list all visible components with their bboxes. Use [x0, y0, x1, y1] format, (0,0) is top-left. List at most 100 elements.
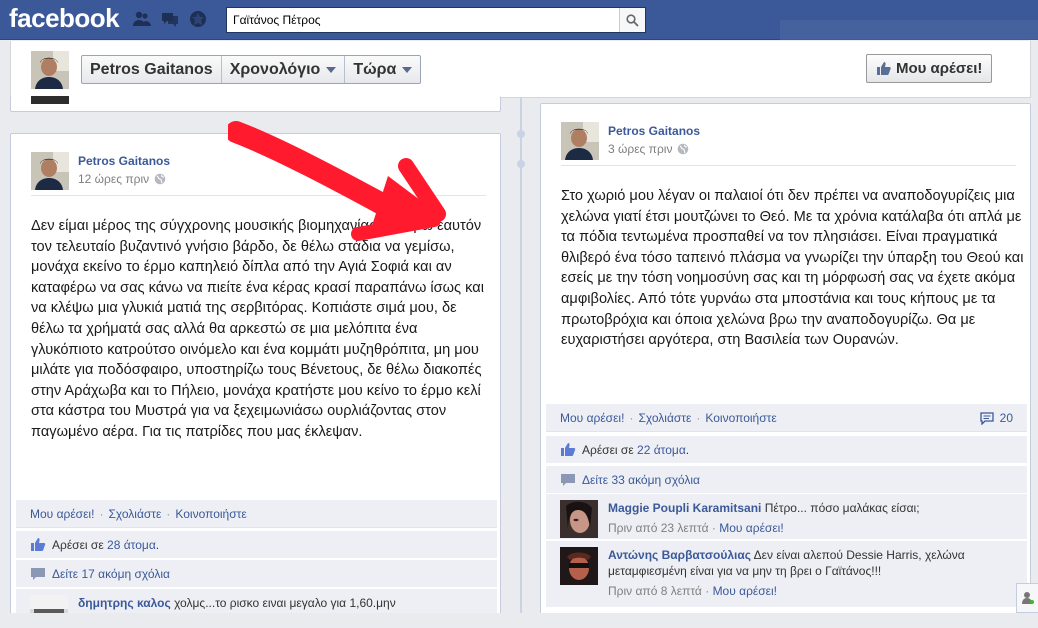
post-meta: 3 ώρες πριν	[608, 142, 689, 156]
chevron-down-icon	[326, 66, 337, 73]
comment-link[interactable]: Σχολιάστε	[638, 411, 691, 425]
jewels	[132, 9, 208, 29]
separator: ·	[696, 410, 701, 425]
search-input[interactable]	[227, 8, 619, 32]
comment-item: Maggie Poupli Karamitsani Πέτρο... πόσο …	[546, 494, 1027, 540]
post-author[interactable]: Petros Gaitanos	[608, 124, 700, 138]
breadcrumb-now[interactable]: Τώρα	[345, 56, 420, 83]
comment-time[interactable]: Πριν από 8 λεπτά	[608, 584, 702, 598]
comment-link[interactable]: Σχολιάστε	[108, 507, 161, 521]
post-time[interactable]: 12 ώρες πριν	[78, 172, 149, 186]
timeline-spine	[520, 98, 522, 628]
more-comments-row[interactable]: Δείτε 17 ακόμη σχόλια	[16, 560, 497, 588]
comment-author[interactable]: δημητρης καλος	[78, 596, 171, 610]
facebook-logo[interactable]: facebook	[9, 3, 120, 34]
chat-tab[interactable]	[1016, 583, 1038, 613]
post-header: Petros Gaitanos 3 ώρες πριν	[561, 122, 1016, 166]
comment-text: Πέτρο... πόσο μαλάκας είσαι;	[764, 501, 920, 515]
separator: ·	[705, 584, 713, 598]
comments-icon	[561, 473, 575, 486]
avatar[interactable]	[560, 500, 598, 538]
post-text: Στο χωριό μου λέγαν οι παλαιοί ότι δεν π…	[561, 188, 1024, 349]
comment-body: δημητρης καλος χολμς...το ρισκο ειναι με…	[78, 595, 482, 611]
messages-icon[interactable]	[160, 9, 180, 29]
avatar[interactable]	[31, 152, 69, 190]
thumbs-up-icon	[31, 537, 46, 551]
avatar	[31, 96, 69, 104]
post-meta: 12 ώρες πριν	[78, 172, 166, 186]
like-page-label: Μου αρέσει!	[896, 60, 983, 77]
post-header: Petros Gaitanos 12 ώρες πριν	[31, 152, 486, 196]
globe-icon[interactable]	[677, 143, 689, 155]
like-page-button[interactable]: Μου αρέσει!	[866, 54, 993, 83]
comment-text: χολμς...το ρισκο ειναι μεγαλο για 1,60.μ…	[174, 596, 396, 610]
comment-meta: Πριν από 23 λεπτά · Μου αρέσει!	[608, 520, 1012, 536]
globe-icon[interactable]	[154, 173, 166, 185]
top-bar: facebook	[0, 0, 1038, 40]
comment-like-link[interactable]: Μου αρέσει!	[713, 584, 777, 598]
post-actions: Μου αρέσει! · Σχολιάστε · Κοινοποιήστε	[16, 500, 497, 528]
post-card-left: Petros Gaitanos 12 ώρες πριν Δεν είμαι μ…	[10, 133, 501, 628]
comments-count-value: 20	[999, 411, 1013, 425]
likes-prefix: Αρέσει σε	[52, 537, 104, 552]
profile-avatar[interactable]	[31, 51, 69, 89]
search-icon	[626, 13, 639, 27]
user-online-icon	[1021, 592, 1034, 604]
breadcrumb-now-label: Τώρα	[353, 61, 397, 78]
post-actions: Μου αρέσει! · Σχολιάστε · Κοινοποιήστε 2…	[546, 404, 1027, 432]
notifications-icon[interactable]	[188, 9, 208, 29]
topbar-right-area	[780, 20, 1038, 40]
timeline-header: Petros Gaitanos Χρονολόγιο Τώρα Μου αρέσ…	[10, 41, 1031, 98]
breadcrumb-name[interactable]: Petros Gaitanos	[82, 56, 222, 83]
breadcrumb-timeline-label: Χρονολόγιο	[229, 61, 321, 78]
comment-meta: Πριν από 8 λεπτά · Μου αρέσει!	[608, 583, 1012, 599]
avatar[interactable]	[560, 547, 598, 585]
bottom-strip	[0, 613, 1038, 628]
comment-bubble-icon	[979, 411, 994, 425]
previous-post-stub	[10, 96, 501, 112]
comment-time[interactable]: Πριν από 23 λεπτά	[608, 521, 709, 535]
post-time[interactable]: 3 ώρες πριν	[608, 142, 672, 156]
comments-icon	[31, 567, 45, 580]
avatar[interactable]	[561, 122, 599, 160]
comment-body: Maggie Poupli Karamitsani Πέτρο... πόσο …	[608, 500, 1012, 536]
comment-author[interactable]: Maggie Poupli Karamitsani	[608, 501, 761, 515]
likes-text: Αρέσει σε 28 άτομα.	[52, 538, 159, 552]
post-text: Δεν είμαι μέρος της σύγχρονης μουσικής β…	[31, 218, 484, 440]
likes-suffix: .	[685, 442, 690, 457]
thumbs-up-icon	[877, 62, 891, 75]
likes-text: Αρέσει σε 22 άτομα.	[582, 443, 689, 457]
share-link[interactable]: Κοινοποιήστε	[705, 411, 776, 425]
comment-item: Αντώνης Βαρβατσούλιας Δεν είναι αλεπού D…	[546, 541, 1027, 608]
likes-row: Αρέσει σε 22 άτομα.	[546, 436, 1027, 464]
share-link[interactable]: Κοινοποιήστε	[175, 507, 246, 521]
like-link[interactable]: Μου αρέσει!	[30, 507, 94, 521]
view-more-comments-link[interactable]: Δείτε 33 ακόμη σχόλια	[582, 473, 700, 487]
search-box	[226, 7, 646, 33]
breadcrumb-timeline[interactable]: Χρονολόγιο	[222, 56, 346, 83]
friend-requests-icon[interactable]	[132, 9, 152, 29]
timeline-spine-dot	[517, 160, 525, 168]
post-author[interactable]: Petros Gaitanos	[78, 154, 170, 168]
likes-row: Αρέσει σε 28 άτομα.	[16, 531, 497, 559]
comment-author[interactable]: Αντώνης Βαρβατσούλιας	[608, 548, 751, 562]
separator: ·	[99, 506, 104, 521]
like-link[interactable]: Μου αρέσει!	[560, 411, 624, 425]
likes-people-link[interactable]: 22 άτομα	[637, 443, 686, 457]
search-button[interactable]	[619, 8, 645, 32]
more-comments-row[interactable]: Δείτε 33 ακόμη σχόλια	[546, 466, 1027, 494]
separator: ·	[166, 506, 171, 521]
post-card-right: Petros Gaitanos 3 ώρες πριν Στο χωριό μο…	[540, 103, 1031, 628]
comment-like-link[interactable]: Μου αρέσει!	[719, 521, 783, 535]
likes-people-link[interactable]: 28 άτομα	[107, 538, 156, 552]
view-more-comments-link[interactable]: Δείτε 17 ακόμη σχόλια	[52, 567, 170, 581]
comment-body: Αντώνης Βαρβατσούλιας Δεν είναι αλεπού D…	[608, 547, 1012, 599]
separator: ·	[629, 410, 634, 425]
chevron-down-icon	[402, 66, 413, 73]
likes-prefix: Αρέσει σε	[582, 442, 634, 457]
thumbs-up-icon	[561, 442, 576, 456]
timeline-breadcrumbs: Petros Gaitanos Χρονολόγιο Τώρα	[81, 55, 422, 84]
comments-count[interactable]: 20	[979, 411, 1013, 425]
timeline-spine-dot	[517, 130, 525, 138]
breadcrumb-name-label: Petros Gaitanos	[90, 61, 213, 78]
